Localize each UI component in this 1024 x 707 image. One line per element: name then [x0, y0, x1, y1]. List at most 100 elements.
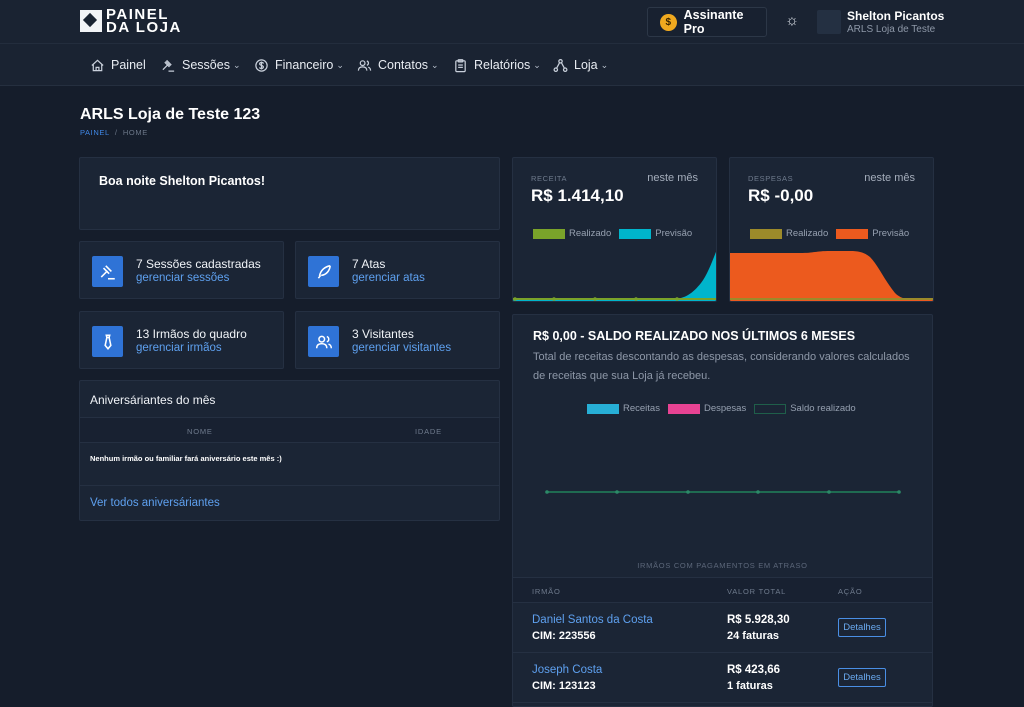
stat-title: 3 Visitantes — [352, 327, 414, 341]
chevron-down-icon: ⌄ — [232, 59, 241, 70]
birthdays-card: Aniversáriantes do mês NOME IDADE Nenhum… — [79, 380, 500, 521]
balance-legend: Receitas Despesas Saldo realizado — [587, 403, 856, 414]
balance-chart — [545, 490, 901, 494]
tie-icon — [92, 326, 123, 357]
breadcrumb-separator: / — [114, 128, 118, 137]
legend-forecast[interactable]: Previsão — [872, 228, 909, 239]
breadcrumb-current: HOME — [122, 128, 148, 137]
column-header-name[interactable]: NOME — [187, 427, 213, 436]
main-nav: Painel Sessões ⌄ Financeiro ⌄ Contatos ⌄… — [0, 44, 1024, 86]
legend-swatch-expenses — [667, 403, 700, 414]
stat-card-atas: 7 Atas gerenciar atas — [295, 241, 500, 299]
subscription-pro-button[interactable]: $ Assinante Pro — [647, 7, 767, 37]
birthdays-empty-message: Nenhum irmão ou familiar fará aniversári… — [90, 454, 282, 463]
details-button[interactable]: Detalhes — [838, 618, 886, 637]
visitors-icon — [308, 326, 339, 357]
expenses-value: R$ -0,00 — [748, 186, 814, 205]
expenses-legend: Realizado Previsão — [750, 228, 909, 239]
chart-point — [593, 297, 597, 301]
nav-item-relatorios[interactable]: Relatórios ⌄ — [452, 44, 541, 86]
dollar-icon — [253, 57, 269, 73]
nav-label: Relatórios — [474, 58, 531, 72]
column-header-age[interactable]: IDADE — [415, 427, 442, 436]
member-name-link[interactable]: Joseph Costa — [532, 664, 602, 676]
clipboard-icon — [452, 57, 468, 73]
chevron-down-icon: ⌄ — [336, 59, 344, 70]
greeting-text: Boa noite Shelton Picantos! — [99, 174, 265, 188]
nav-item-financeiro[interactable]: Financeiro ⌄ — [253, 44, 344, 86]
revenue-label: RECEITA — [531, 174, 568, 183]
member-cim: CIM: 123123 — [532, 680, 596, 692]
chart-point — [552, 297, 556, 301]
manage-sessions-link[interactable]: gerenciar sessões — [136, 272, 229, 284]
brand-logo[interactable]: PAINEL DA LOJA — [80, 7, 186, 36]
legend-swatch-forecast — [619, 228, 652, 239]
legend-realized[interactable]: Realizado — [569, 228, 611, 239]
chart-point — [634, 297, 638, 301]
gavel-icon — [160, 57, 176, 73]
member-total: R$ 423,66 — [727, 664, 781, 676]
brand-name: PAINEL DA LOJA — [106, 7, 186, 36]
legend-revenue[interactable]: Receitas — [623, 403, 660, 414]
member-name-link[interactable]: Daniel Santos da Costa — [532, 614, 653, 626]
breadcrumb: PAINEL / HOME — [80, 128, 148, 137]
legend-realized[interactable]: Realizado — [786, 228, 828, 239]
user-name[interactable]: Shelton Picantos — [847, 9, 944, 23]
chevron-down-icon: ⌄ — [533, 59, 541, 70]
nav-label: Sessões — [182, 58, 230, 72]
view-all-birthdays-link[interactable]: Ver todos aniversáriantes — [90, 497, 220, 509]
manage-minutes-link[interactable]: gerenciar atas — [352, 272, 425, 284]
nav-item-sessoes[interactable]: Sessões ⌄ — [160, 44, 241, 86]
page-title: ARLS Loja de Teste 123 — [80, 106, 261, 123]
nav-label: Loja — [574, 58, 598, 72]
revenue-forecast-area — [513, 251, 716, 301]
nav-item-contatos[interactable]: Contatos ⌄ — [356, 44, 439, 86]
revenue-legend: Realizado Previsão — [533, 228, 692, 239]
legend-swatch-balance — [754, 403, 787, 414]
legend-expenses[interactable]: Despesas — [704, 403, 746, 414]
revenue-period: neste mês — [647, 172, 698, 184]
member-total: R$ 5.928,30 — [727, 614, 790, 626]
table-row: Joseph Costa CIM: 123123 R$ 423,66 1 fat… — [513, 653, 932, 703]
chart-point — [545, 490, 549, 494]
breadcrumb-root[interactable]: PAINEL — [80, 128, 109, 137]
manage-brothers-link[interactable]: gerenciar irmãos — [136, 342, 222, 354]
nav-item-painel[interactable]: Painel — [89, 44, 146, 86]
legend-swatch-realized — [533, 228, 565, 239]
legend-swatch-forecast — [836, 228, 869, 239]
avatar[interactable] — [817, 10, 841, 34]
chart-point — [686, 490, 690, 494]
chart-point — [756, 490, 760, 494]
details-button[interactable]: Detalhes — [838, 668, 886, 687]
revenue-card: RECEITA neste mês R$ 1.414,10 Realizado … — [512, 157, 717, 302]
revenue-value: R$ 1.414,10 — [531, 186, 624, 205]
stat-card-visitantes: 3 Visitantes gerenciar visitantes — [295, 311, 500, 369]
expenses-forecast-area — [730, 251, 933, 301]
stat-title: 7 Sessões cadastradas — [136, 257, 261, 271]
expenses-sparkline — [730, 251, 933, 301]
column-header-total[interactable]: VALOR TOTAL — [727, 587, 786, 596]
member-invoices: 1 faturas — [727, 680, 773, 692]
expenses-card: DESPESAS neste mês R$ -0,00 Realizado Pr… — [729, 157, 934, 302]
legend-balance[interactable]: Saldo realizado — [790, 403, 856, 414]
chart-point — [615, 490, 619, 494]
brand-line2: DA LOJA — [106, 19, 182, 36]
column-header-member[interactable]: IRMÃO — [532, 587, 561, 596]
home-icon — [89, 57, 105, 73]
sun-icon[interactable]: ☼ — [783, 12, 801, 30]
column-header-action: AÇÃO — [838, 587, 863, 596]
legend-forecast[interactable]: Previsão — [655, 228, 692, 239]
arrears-table-header: IRMÃO VALOR TOTAL AÇÃO — [513, 577, 932, 603]
manage-visitors-link[interactable]: gerenciar visitantes — [352, 342, 451, 354]
nav-item-loja[interactable]: Loja ⌄ — [552, 44, 608, 86]
user-lodge: ARLS Loja de Teste — [847, 24, 936, 35]
chart-point — [897, 490, 901, 494]
expenses-period: neste mês — [864, 172, 915, 184]
nav-label: Painel — [111, 58, 146, 72]
coin-icon: $ — [660, 13, 677, 31]
chevron-down-icon: ⌄ — [600, 59, 609, 70]
birthdays-table-header: NOME IDADE — [80, 417, 499, 443]
greeting-card: Boa noite Shelton Picantos! — [79, 157, 500, 230]
legend-swatch-realized — [750, 228, 782, 239]
chart-point — [675, 297, 679, 301]
